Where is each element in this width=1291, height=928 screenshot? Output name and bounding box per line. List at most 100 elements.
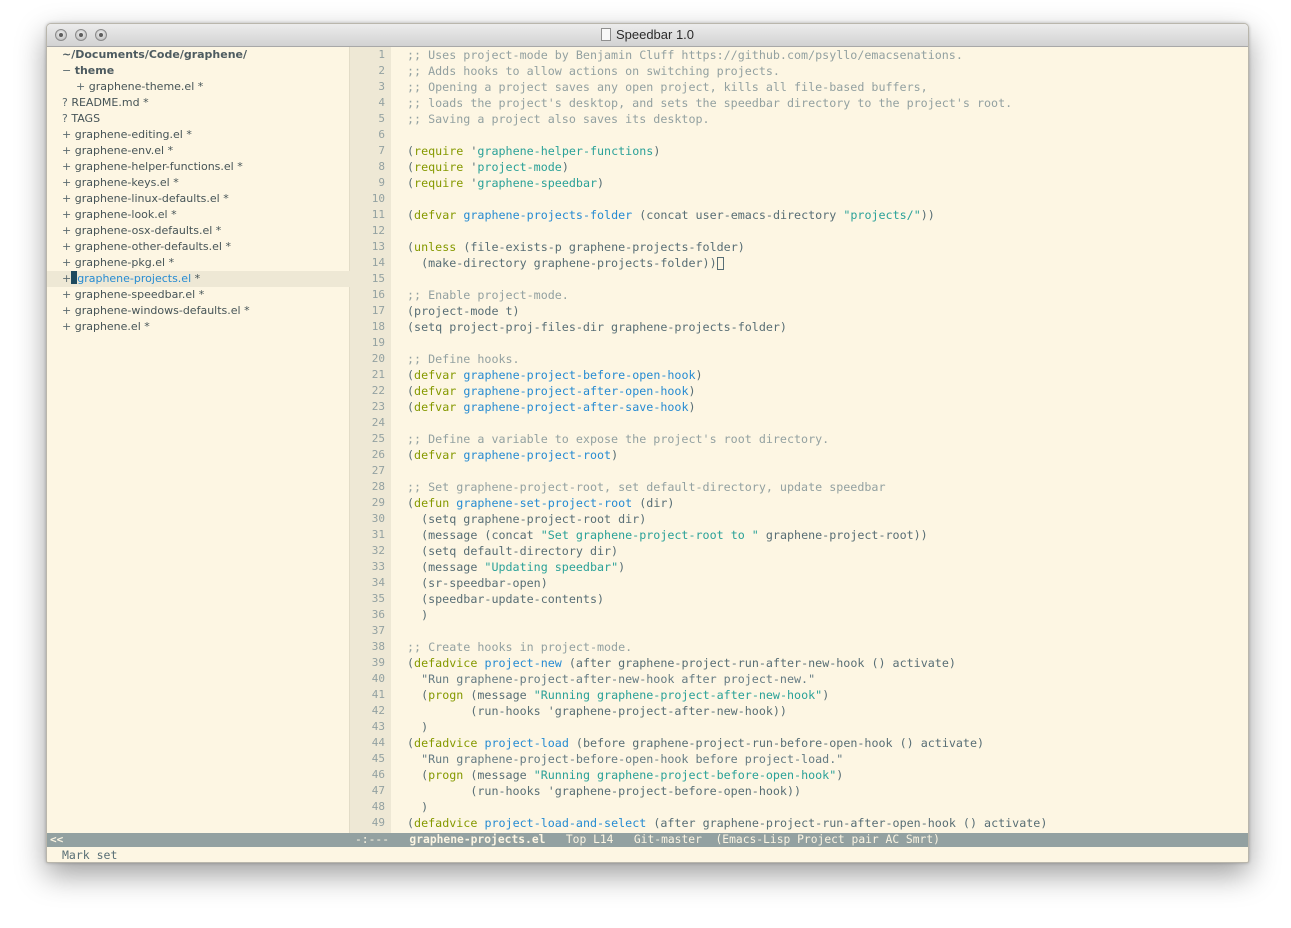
code-line[interactable]: ) (407, 719, 428, 735)
code-line[interactable]: (project-mode t) (407, 303, 520, 319)
speedbar-item[interactable]: + graphene-projects.el * (47, 271, 364, 287)
code-line[interactable]: (defadvice project-load-and-select (afte… (407, 815, 1047, 831)
speedbar-item[interactable]: + graphene-theme.el * (47, 79, 378, 95)
speedbar-item[interactable]: ? TAGS (47, 111, 364, 127)
speedbar-file-name[interactable]: graphene-look.el (75, 208, 168, 221)
speedbar-file-name[interactable]: graphene-env.el (75, 144, 164, 157)
code-line[interactable]: ;; loads the project's desktop, and sets… (407, 95, 1012, 111)
code-line[interactable]: ;; Define a variable to expose the proje… (407, 431, 829, 447)
code-line[interactable]: (message "Updating speedbar") (407, 559, 625, 575)
modeline-buffer-name[interactable]: graphene-projects.el (409, 833, 545, 846)
speedbar-directory-name[interactable]: theme (75, 64, 114, 77)
speedbar-expand-toggle[interactable]: + (62, 207, 71, 223)
minibuffer[interactable]: Mark set (62, 848, 117, 862)
code-line[interactable]: ;; Saving a project also saves its deskt… (407, 111, 710, 127)
speedbar-file-name[interactable]: graphene-linux-defaults.el (75, 192, 220, 205)
code-line[interactable]: (defvar graphene-project-before-open-hoo… (407, 367, 703, 383)
speedbar-expand-toggle[interactable]: ? (62, 111, 68, 127)
code-line[interactable]: (speedbar-update-contents) (407, 591, 604, 607)
speedbar-expand-toggle[interactable]: + (62, 159, 71, 175)
speedbar-item[interactable]: + graphene-osx-defaults.el * (47, 223, 364, 239)
code-line[interactable]: (defun graphene-set-project-root (dir) (407, 495, 674, 511)
speedbar-item[interactable]: + graphene-other-defaults.el * (47, 239, 364, 255)
speedbar-expand-toggle[interactable]: + (62, 255, 71, 271)
code-line[interactable]: (defadvice project-new (after graphene-p… (407, 655, 956, 671)
code-line[interactable]: (unless (file-exists-p graphene-projects… (407, 239, 745, 255)
code-line[interactable]: (message (concat "Set graphene-project-r… (407, 527, 928, 543)
speedbar-file-name[interactable]: TAGS (71, 112, 100, 125)
code-line[interactable]: (progn (message "Running graphene-projec… (407, 687, 829, 703)
code-line[interactable]: (defvar graphene-projects-folder (concat… (407, 207, 935, 223)
code-line[interactable]: ;; Uses project-mode by Benjamin Cluff h… (407, 47, 963, 63)
code-line[interactable]: (require 'graphene-speedbar) (407, 175, 604, 191)
speedbar-item[interactable]: + graphene-linux-defaults.el * (47, 191, 364, 207)
code-line[interactable]: "Run graphene-project-before-open-hook b… (407, 751, 843, 767)
speedbar-file-name[interactable]: graphene-pkg.el (75, 256, 165, 269)
code-line[interactable]: (require 'project-mode) (407, 159, 569, 175)
code-line[interactable]: (setq project-proj-files-dir graphene-pr… (407, 319, 787, 335)
speedbar-expand-toggle[interactable]: + (62, 143, 71, 159)
code-line[interactable]: ;; Enable project-mode. (407, 287, 569, 303)
code-line[interactable]: (make-directory graphene-projects-folder… (407, 255, 724, 271)
speedbar-expand-toggle[interactable]: + (62, 223, 71, 239)
speedbar-expand-toggle[interactable]: + (62, 303, 71, 319)
speedbar-file-name[interactable]: graphene-helper-functions.el (75, 160, 234, 173)
code-line[interactable]: (setq graphene-project-root dir) (407, 511, 646, 527)
code-line[interactable]: (run-hooks 'graphene-project-before-open… (407, 783, 801, 799)
speedbar-file-name[interactable]: README.md (71, 96, 139, 109)
code-line[interactable]: (require 'graphene-helper-functions) (407, 143, 660, 159)
code-line[interactable]: (defadvice project-load (before graphene… (407, 735, 984, 751)
speedbar-file-name[interactable]: graphene-theme.el (89, 80, 195, 93)
speedbar-item[interactable]: + graphene-env.el * (47, 143, 364, 159)
speedbar-item[interactable]: + graphene.el * (47, 319, 364, 335)
speedbar-item[interactable]: + graphene-pkg.el * (47, 255, 364, 271)
code-line[interactable]: (progn (message "Running graphene-projec… (407, 767, 843, 783)
line-number: 38 (371, 640, 385, 653)
code-line[interactable]: ) (407, 799, 428, 815)
code-text: (dir) (632, 496, 675, 510)
speedbar-expand-toggle[interactable]: + (62, 287, 71, 303)
speedbar-file-name[interactable]: graphene-projects.el (77, 272, 191, 285)
speedbar-expand-toggle[interactable]: + (62, 175, 71, 191)
code-line[interactable]: ;; Adds hooks to allow actions on switch… (407, 63, 780, 79)
speedbar-expand-toggle[interactable]: + (62, 271, 71, 287)
speedbar-item[interactable]: + graphene-speedbar.el * (47, 287, 364, 303)
speedbar-file-name[interactable]: graphene-speedbar.el (75, 288, 195, 301)
code-line[interactable]: (setq default-directory dir) (407, 543, 618, 559)
speedbar-file-name[interactable]: graphene-keys.el (75, 176, 170, 189)
speedbar-expand-toggle[interactable]: ? (62, 95, 68, 111)
speedbar-item[interactable]: − theme (47, 63, 364, 79)
code-line[interactable]: ) (407, 607, 428, 623)
speedbar-expand-toggle[interactable]: + (62, 127, 71, 143)
code-line[interactable]: (defvar graphene-project-after-save-hook… (407, 399, 696, 415)
speedbar-modeline-label[interactable]: << (50, 833, 63, 847)
speedbar-file-name[interactable]: graphene-osx-defaults.el (75, 224, 213, 237)
speedbar-item[interactable]: + graphene-editing.el * (47, 127, 364, 143)
speedbar-item[interactable]: + graphene-look.el * (47, 207, 364, 223)
code-line[interactable]: (sr-speedbar-open) (407, 575, 548, 591)
code-line[interactable]: ;; Create hooks in project-mode. (407, 639, 632, 655)
code-line[interactable]: "Run graphene-project-after-new-hook aft… (407, 671, 815, 687)
modeline-vc[interactable]: Git-master (634, 833, 702, 846)
speedbar-item[interactable]: + graphene-windows-defaults.el * (47, 303, 364, 319)
speedbar-file-name[interactable]: graphene-editing.el (75, 128, 183, 141)
code-line[interactable]: ;; Set graphene-project-root, set defaul… (407, 479, 885, 495)
speedbar-expand-toggle[interactable]: + (62, 239, 71, 255)
speedbar-file-name[interactable]: graphene-windows-defaults.el (75, 304, 241, 317)
speedbar-expand-toggle[interactable]: + (62, 191, 71, 207)
speedbar-item[interactable]: + graphene-helper-functions.el * (47, 159, 364, 175)
code-line[interactable]: (defvar graphene-project-root) (407, 447, 618, 463)
code-line[interactable]: (defvar graphene-project-after-open-hook… (407, 383, 696, 399)
code-line[interactable]: (run-hooks 'graphene-project-after-new-h… (407, 703, 787, 719)
speedbar-root-path[interactable]: ~/Documents/Code/graphene/ (47, 47, 364, 63)
speedbar-file-name[interactable]: graphene.el (75, 320, 141, 333)
speedbar-item[interactable]: ? README.md * (47, 95, 364, 111)
speedbar-expand-toggle[interactable]: + (76, 79, 85, 95)
speedbar-item[interactable]: + graphene-keys.el * (47, 175, 364, 191)
modeline-modes[interactable]: (Emacs-Lisp Project pair AC Smrt) (716, 833, 940, 846)
code-line[interactable]: ;; Opening a project saves any open proj… (407, 79, 928, 95)
code-line[interactable]: ;; Define hooks. (407, 351, 520, 367)
speedbar-expand-toggle[interactable]: − (62, 63, 71, 79)
speedbar-file-name[interactable]: graphene-other-defaults.el (75, 240, 222, 253)
speedbar-expand-toggle[interactable]: + (62, 319, 71, 335)
